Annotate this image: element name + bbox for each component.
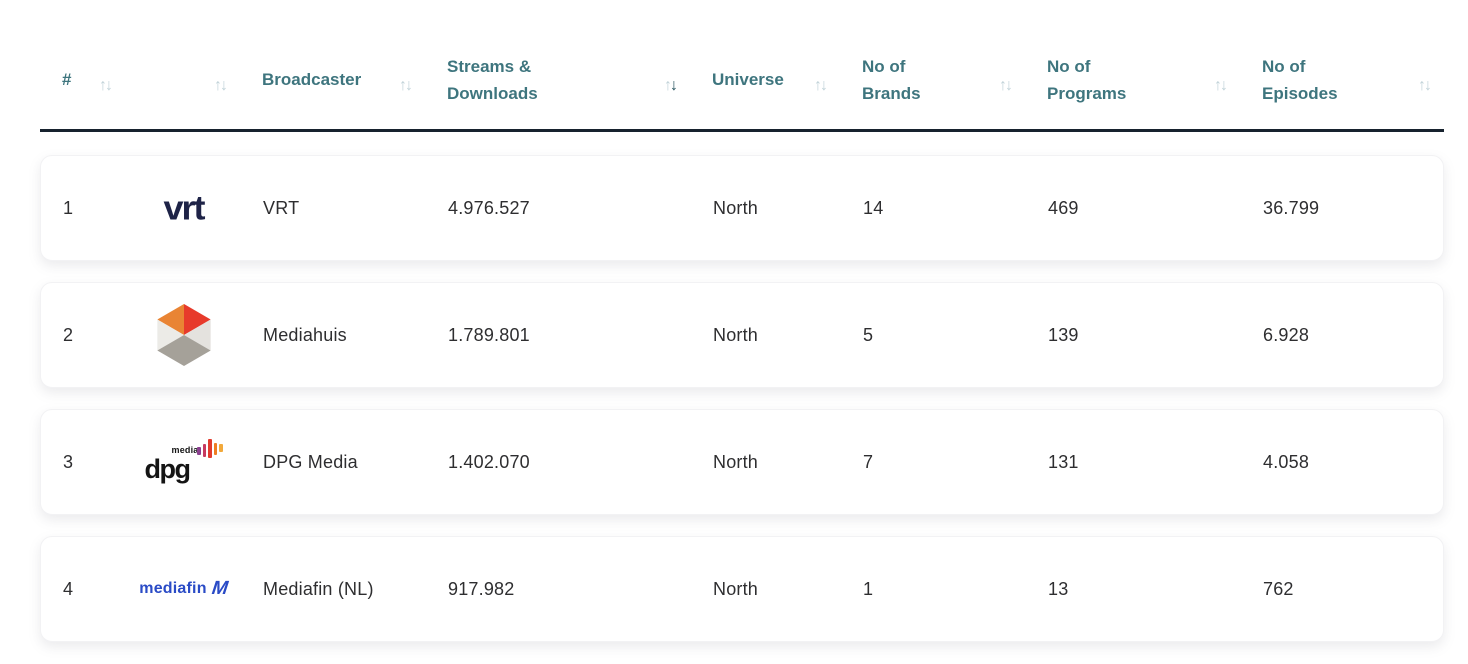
streams-cell: 4.976.527: [426, 198, 691, 219]
rank-cell: 2: [41, 325, 126, 346]
rank-cell: 4: [41, 579, 126, 600]
programs-cell: 139: [1026, 325, 1241, 346]
broadcaster-cell: DPG Media: [241, 452, 426, 473]
broadcaster-table: # ↑↓ ↑↓ Broadcaster ↑↓ Streams & Downloa…: [40, 0, 1444, 642]
programs-cell: 13: [1026, 579, 1241, 600]
episodes-cell: 36.799: [1241, 198, 1443, 219]
streams-cell: 1.789.801: [426, 325, 691, 346]
column-header-no-of-brands[interactable]: No of Brands ↑↓: [840, 53, 1025, 109]
sort-icon[interactable]: ↑↓: [214, 78, 228, 94]
mediafin-m-mark-icon: M: [208, 578, 231, 600]
dpg-wordmark: dpg: [145, 454, 190, 485]
sort-icon[interactable]: ↑↓: [1418, 78, 1432, 94]
table-row[interactable]: 1 vrt VRT 4.976.527 North 14 469 36.799: [40, 155, 1444, 261]
column-header-universe[interactable]: Universe ↑↓: [690, 53, 840, 109]
mediafin-logo: mediafin M: [139, 578, 227, 600]
mediahuis-logo: [153, 301, 215, 369]
dpg-media-logo: media dpg: [145, 439, 223, 485]
sort-icon[interactable]: ↑↓: [399, 78, 413, 94]
column-header-rank[interactable]: # ↑↓: [40, 53, 125, 109]
table-row[interactable]: 4 mediafin M Mediafin (NL) 917.982 North…: [40, 536, 1444, 642]
column-label-no-of-programs: No of Programs: [1047, 54, 1126, 107]
rank-cell: 1: [41, 198, 126, 219]
universe-cell: North: [691, 452, 841, 473]
brands-cell: 1: [841, 579, 1026, 600]
sort-icon[interactable]: ↑↓: [1214, 78, 1228, 94]
column-header-streams-downloads[interactable]: Streams & Downloads ↑↓: [425, 53, 690, 109]
brands-cell: 7: [841, 452, 1026, 473]
column-header-no-of-programs[interactable]: No of Programs ↑↓: [1025, 53, 1240, 109]
broadcaster-logo-cell: [126, 301, 241, 369]
dpg-equalizer-bars-icon: [197, 439, 223, 461]
sort-icon-active-desc[interactable]: ↑↓: [664, 78, 678, 94]
column-label-no-of-brands: No of Brands: [862, 54, 921, 107]
broadcaster-cell: VRT: [241, 198, 426, 219]
broadcaster-logo-cell: media dpg: [126, 439, 241, 485]
column-header-broadcaster[interactable]: Broadcaster ↑↓: [240, 53, 425, 109]
episodes-cell: 6.928: [1241, 325, 1443, 346]
episodes-cell: 4.058: [1241, 452, 1443, 473]
brands-cell: 5: [841, 325, 1026, 346]
column-label-broadcaster: Broadcaster: [262, 67, 361, 93]
column-label-rank: #: [62, 67, 71, 93]
broadcaster-cell: Mediafin (NL): [241, 579, 426, 600]
episodes-cell: 762: [1241, 579, 1443, 600]
column-header-no-of-episodes[interactable]: No of Episodes ↑↓: [1240, 53, 1444, 109]
vrt-logo: vrt: [163, 188, 203, 228]
programs-cell: 131: [1026, 452, 1241, 473]
broadcaster-logo-cell: vrt: [126, 187, 241, 229]
universe-cell: North: [691, 198, 841, 219]
broadcaster-logo-cell: mediafin M: [126, 578, 241, 600]
column-label-no-of-episodes: No of Episodes: [1262, 54, 1338, 107]
sort-icon[interactable]: ↑↓: [999, 78, 1013, 94]
table-header-row: # ↑↓ ↑↓ Broadcaster ↑↓ Streams & Downloa…: [40, 46, 1444, 132]
column-label-universe: Universe: [712, 67, 784, 93]
column-label-streams-downloads: Streams & Downloads: [447, 54, 538, 107]
table-row[interactable]: 3 media dpg DPG Media 1.402.070 North: [40, 409, 1444, 515]
programs-cell: 469: [1026, 198, 1241, 219]
table-row[interactable]: 2 Mediahuis 1.789.801 North 5 139 6.928: [40, 282, 1444, 388]
streams-cell: 1.402.070: [426, 452, 691, 473]
brands-cell: 14: [841, 198, 1026, 219]
sort-icon[interactable]: ↑↓: [99, 78, 113, 94]
universe-cell: North: [691, 579, 841, 600]
sort-icon[interactable]: ↑↓: [814, 78, 828, 94]
table-body: 1 vrt VRT 4.976.527 North 14 469 36.799 …: [40, 132, 1444, 642]
rank-cell: 3: [41, 452, 126, 473]
mediafin-wordmark: mediafin: [139, 580, 206, 598]
universe-cell: North: [691, 325, 841, 346]
streams-cell: 917.982: [426, 579, 691, 600]
column-header-logo[interactable]: ↑↓: [125, 53, 240, 109]
broadcaster-cell: Mediahuis: [241, 325, 426, 346]
